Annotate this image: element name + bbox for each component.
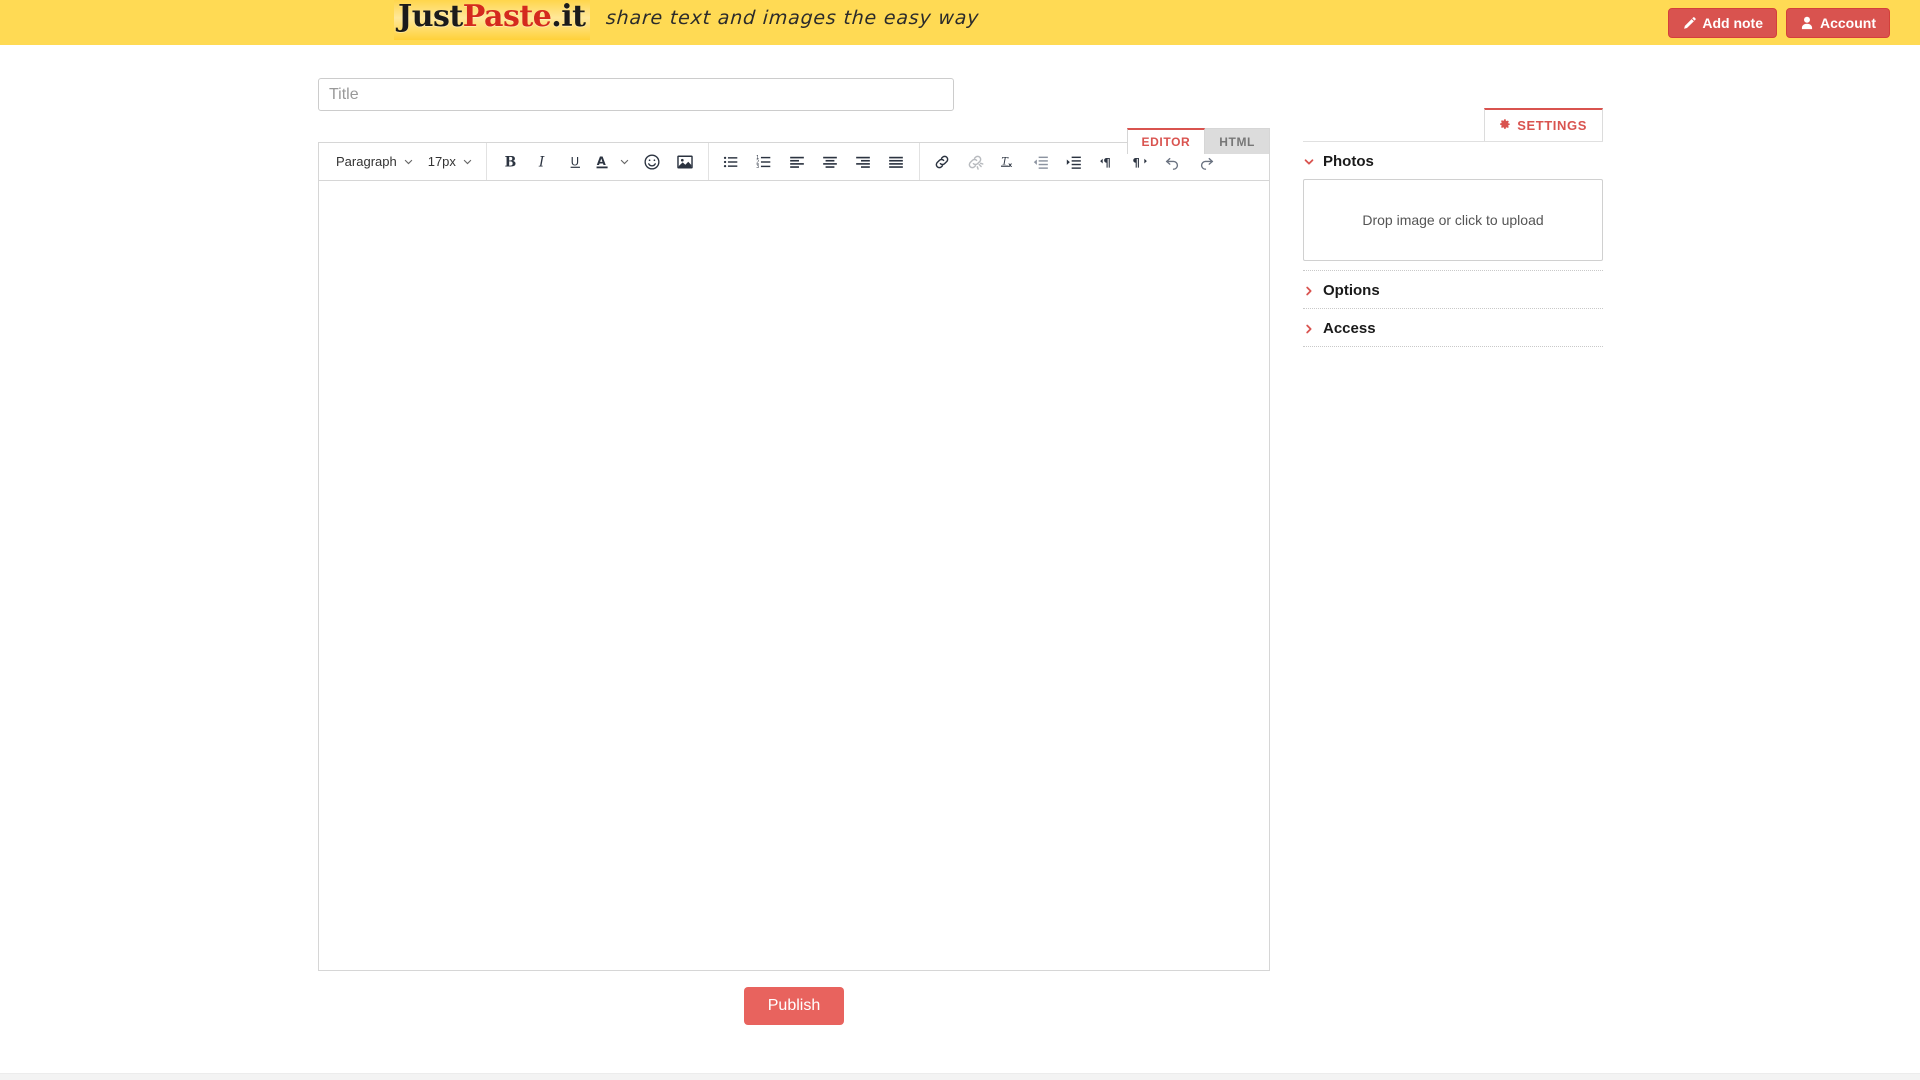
title-row: EDITOR HTML — [318, 78, 1270, 154]
svg-text:¶: ¶ — [1104, 155, 1111, 169]
tab-editor[interactable]: EDITOR — [1126, 128, 1206, 154]
align-justify-button[interactable] — [880, 146, 913, 177]
site-header: JustPaste.it share text and images the e… — [0, 0, 1920, 45]
clear-formatting-button[interactable]: T x — [992, 146, 1025, 177]
align-left-button[interactable] — [781, 146, 814, 177]
page-body: EDITOR HTML Paragraph 17px B — [0, 45, 1920, 1080]
publish-button[interactable]: Publish — [743, 987, 845, 1026]
svg-text:I: I — [538, 154, 545, 170]
paragraph-format-select[interactable]: Paragraph — [329, 149, 421, 174]
note-body-editor[interactable] — [318, 181, 1270, 971]
photo-dropzone[interactable]: Drop image or click to upload — [1303, 179, 1603, 261]
font-size-select[interactable]: 17px — [421, 149, 480, 174]
chevron-down-icon — [1304, 158, 1314, 165]
italic-button[interactable]: I — [526, 146, 559, 177]
settings-tab-row: SETTINGS — [1303, 108, 1603, 142]
insert-link-button[interactable] — [926, 146, 959, 177]
bold-button[interactable]: B — [493, 146, 526, 177]
direction-ltr-button[interactable]: ¶ — [1091, 146, 1124, 177]
sidebar-section-options: Options — [1303, 271, 1603, 309]
view-mode-tabs: EDITOR HTML — [1126, 128, 1270, 154]
chevron-right-icon — [1306, 324, 1312, 333]
remove-link-button[interactable] — [959, 146, 992, 177]
note-title-input[interactable] — [318, 78, 954, 111]
toolbar-group-paragraph: 1 2 3 — [709, 143, 919, 180]
gear-icon — [1498, 118, 1511, 133]
underline-button[interactable]: U — [559, 146, 592, 177]
sidebar-section-access-header[interactable]: Access — [1303, 320, 1603, 337]
align-center-button[interactable] — [814, 146, 847, 177]
photo-dropzone-label: Drop image or click to upload — [1362, 212, 1544, 228]
align-right-button[interactable] — [847, 146, 880, 177]
settings-tab-label: SETTINGS — [1517, 118, 1587, 133]
paragraph-format-label: Paragraph — [336, 154, 397, 169]
svg-text:x: x — [1009, 162, 1013, 169]
logo-text-it: .it — [551, 0, 586, 34]
editor-column: EDITOR HTML Paragraph 17px B — [318, 78, 1270, 1026]
sidebar-section-access-label: Access — [1323, 320, 1376, 337]
text-color-chevron-button[interactable] — [614, 146, 636, 177]
sidebar-section-options-label: Options — [1323, 282, 1380, 299]
svg-text:U: U — [571, 154, 580, 168]
insert-image-button[interactable] — [669, 146, 702, 177]
sidebar-section-photos: Photos Drop image or click to upload — [1303, 142, 1603, 271]
add-note-button[interactable]: Add note — [1668, 8, 1777, 38]
publish-row: Publish — [318, 987, 1270, 1026]
tab-settings[interactable]: SETTINGS — [1484, 108, 1603, 141]
bulleted-list-button[interactable] — [715, 146, 748, 177]
chevron-down-icon — [621, 159, 629, 165]
emoji-button[interactable] — [636, 146, 669, 177]
add-note-label: Add note — [1702, 15, 1763, 31]
sidebar-section-photos-label: Photos — [1323, 153, 1374, 170]
account-button[interactable]: Account — [1786, 8, 1890, 38]
edit-note-icon — [1682, 16, 1697, 30]
header-actions: Add note Account — [1668, 8, 1890, 38]
svg-text:A: A — [597, 154, 606, 168]
svg-text:¶: ¶ — [1133, 155, 1140, 169]
sidebar-section-photos-header[interactable]: Photos — [1303, 153, 1603, 170]
account-label: Account — [1820, 15, 1876, 31]
svg-text:B: B — [505, 154, 517, 170]
chevron-down-icon — [404, 159, 413, 165]
text-color-button[interactable]: A — [592, 146, 614, 177]
sidebar-section-access: Access — [1303, 309, 1603, 347]
site-footer: © 2021 justpaste.it Account Terms Privac… — [0, 1073, 1920, 1080]
site-logo[interactable]: JustPaste.it — [394, 0, 590, 40]
logo-block[interactable]: JustPaste.it share text and images the e… — [394, 0, 980, 40]
numbered-list-button[interactable]: 1 2 3 — [748, 146, 781, 177]
chevron-down-icon — [463, 159, 472, 165]
decrease-indent-button[interactable] — [1025, 146, 1058, 177]
chevron-right-icon — [1306, 286, 1312, 295]
font-size-label: 17px — [427, 154, 456, 169]
site-tagline: share text and images the easy way — [604, 7, 980, 29]
sidebar-section-options-header[interactable]: Options — [1303, 282, 1603, 299]
toolbar-group-format: Paragraph 17px — [323, 143, 486, 180]
svg-text:3: 3 — [757, 163, 760, 169]
toolbar-group-text-style: B I U A — [487, 143, 708, 180]
tab-html[interactable]: HTML — [1205, 128, 1270, 154]
user-icon — [1800, 16, 1814, 30]
increase-indent-button[interactable] — [1058, 146, 1091, 177]
settings-sidebar: SETTINGS Photos Drop image or click to u… — [1303, 108, 1603, 347]
logo-text-just: Just — [398, 0, 463, 34]
logo-text-paste: Paste — [462, 0, 552, 34]
